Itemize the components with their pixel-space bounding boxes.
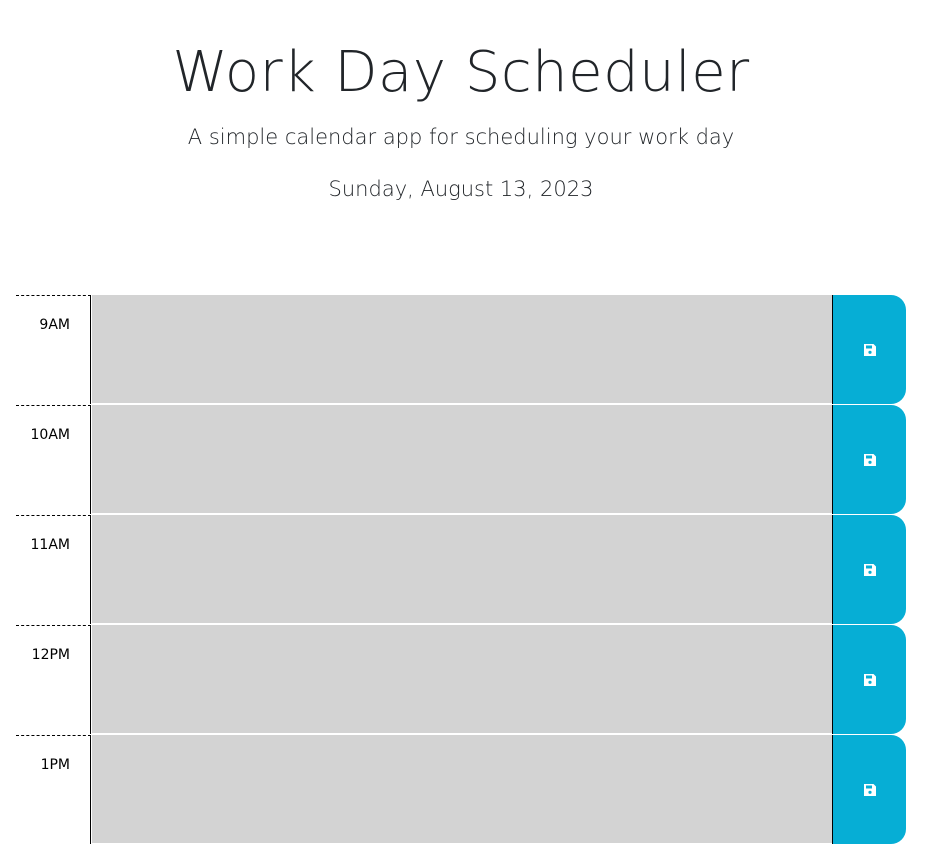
- time-block-10am: 10AM: [16, 405, 906, 515]
- event-description-input[interactable]: [92, 625, 832, 734]
- floppy-disk-icon: [863, 453, 876, 466]
- hour-label: 12PM: [31, 647, 70, 663]
- floppy-disk-icon: [863, 673, 876, 686]
- save-button[interactable]: [832, 515, 906, 624]
- page-subtitle: A simple calendar app for scheduling you…: [187, 125, 735, 149]
- save-button[interactable]: [832, 625, 906, 734]
- hour-label: 9AM: [39, 317, 70, 333]
- event-description-input[interactable]: [92, 515, 832, 624]
- current-date: Sunday, August 13, 2023: [328, 177, 594, 201]
- hour-label: 10AM: [30, 427, 70, 443]
- event-description-input[interactable]: [92, 405, 832, 514]
- page-title: Work Day Scheduler: [172, 40, 750, 105]
- time-block-11am: 11AM: [16, 515, 906, 625]
- save-button[interactable]: [832, 405, 906, 514]
- floppy-disk-icon: [863, 563, 876, 576]
- hour-cell: 10AM: [16, 405, 91, 514]
- floppy-disk-icon: [863, 343, 876, 356]
- hour-cell: 11AM: [16, 515, 91, 624]
- event-description-input[interactable]: [92, 735, 832, 844]
- hour-label: 11AM: [30, 537, 70, 553]
- floppy-disk-icon: [863, 783, 876, 796]
- hour-label: 1PM: [40, 757, 70, 773]
- event-description-input[interactable]: [92, 295, 832, 404]
- hour-cell: 9AM: [16, 295, 91, 404]
- time-block-12pm: 12PM: [16, 625, 906, 735]
- time-block-9am: 9AM: [16, 295, 906, 405]
- hour-cell: 12PM: [16, 625, 91, 734]
- schedule-container: 9AM 10AM 11AM 12PM 1PM: [16, 295, 906, 845]
- hour-cell: 1PM: [16, 735, 91, 844]
- save-button[interactable]: [832, 735, 906, 844]
- save-button[interactable]: [832, 295, 906, 404]
- time-block-1pm: 1PM: [16, 735, 906, 845]
